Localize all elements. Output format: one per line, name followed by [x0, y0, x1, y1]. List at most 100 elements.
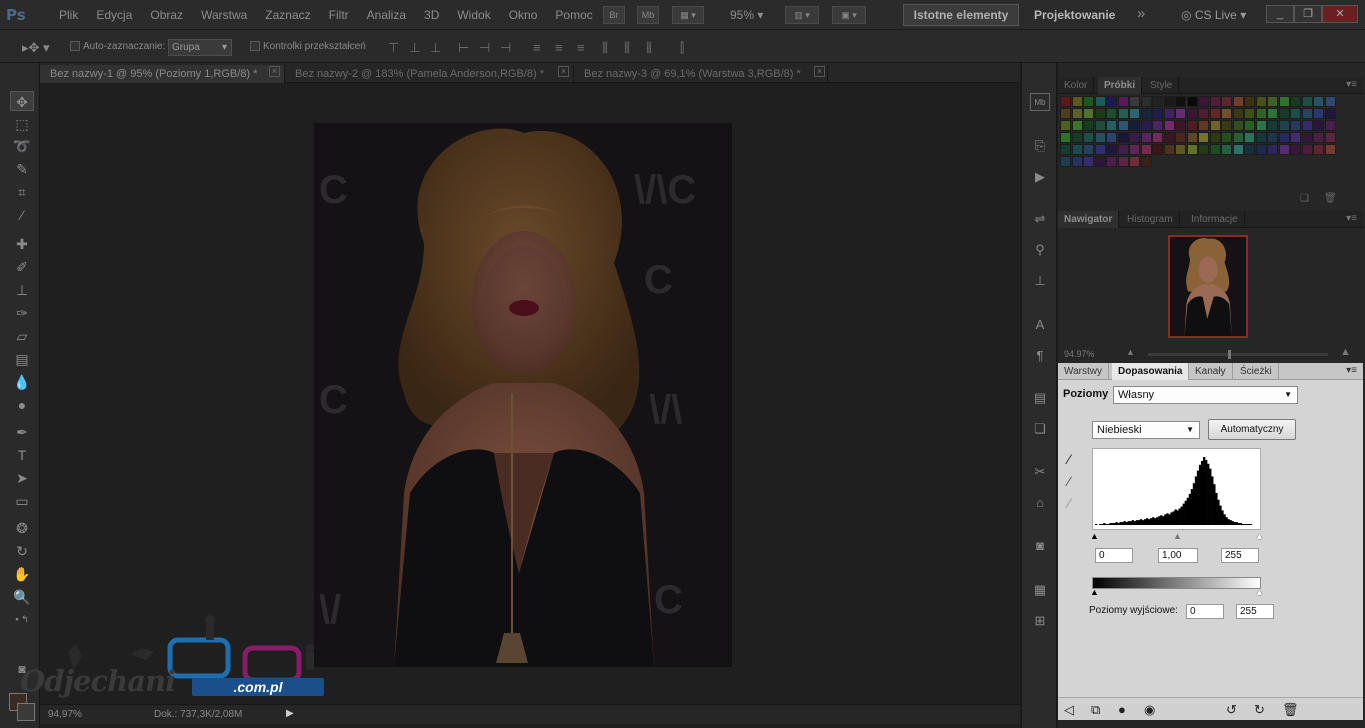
swatch[interactable]: [1071, 120, 1083, 131]
swatch[interactable]: [1175, 144, 1186, 155]
swatch[interactable]: [1186, 144, 1198, 155]
swatch[interactable]: [1290, 96, 1301, 107]
close-icon[interactable]: ✕: [1322, 5, 1358, 23]
swatch[interactable]: [1244, 120, 1255, 131]
swatch[interactable]: [1083, 144, 1094, 155]
clone-source-icon[interactable]: ⚲: [1030, 241, 1050, 259]
swatch[interactable]: [1313, 96, 1324, 107]
doc-tab-2[interactable]: Bez nazwy-2 @ 183% (Pamela Anderson,RGB/…: [285, 65, 574, 83]
swatch[interactable]: [1175, 132, 1186, 143]
swatch[interactable]: [1290, 132, 1301, 143]
status-menu-arrow-icon[interactable]: ▶: [286, 708, 294, 719]
cs-live-button[interactable]: ◎ CS Live ▾: [1181, 8, 1246, 22]
swatch[interactable]: [1129, 120, 1140, 131]
swatch[interactable]: [1094, 120, 1106, 131]
swatch[interactable]: [1071, 132, 1083, 143]
dodge-tool-icon[interactable]: ●: [10, 395, 34, 415]
swatch[interactable]: [1140, 96, 1152, 107]
swatch[interactable]: [1221, 108, 1232, 119]
swatch[interactable]: [1209, 120, 1221, 131]
doc-tab-3[interactable]: Bez nazwy-3 @ 69,1% (Warstwa 3,RGB/8) *: [574, 65, 828, 83]
mask-icon[interactable]: ●: [1118, 702, 1126, 717]
auto-align-icon[interactable]: ⫿: [680, 40, 684, 56]
swatch[interactable]: [1094, 156, 1106, 167]
workspace-design[interactable]: Projektowanie: [1034, 8, 1115, 22]
swatch[interactable]: [1186, 96, 1198, 107]
brushes-icon[interactable]: ✂: [1030, 463, 1050, 481]
animation-icon[interactable]: ▦: [1030, 581, 1050, 599]
history-brush-tool-icon[interactable]: ✑: [10, 303, 34, 323]
blur-tool-icon[interactable]: 💧: [10, 372, 34, 392]
brush-tool-icon[interactable]: ✐: [10, 257, 34, 277]
character-icon[interactable]: A: [1030, 316, 1050, 334]
bridge-button[interactable]: Br: [603, 6, 625, 24]
auto-button[interactable]: Automatyczny: [1208, 419, 1296, 440]
swatch[interactable]: [1198, 108, 1209, 119]
input-gamma-slider-icon[interactable]: ▲: [1173, 531, 1182, 541]
swatch[interactable]: [1060, 96, 1071, 107]
document-canvas[interactable]: C \/\C C C \/\ \/ C: [40, 84, 1020, 704]
swatch[interactable]: [1221, 96, 1232, 107]
tab-probki[interactable]: Próbki: [1098, 77, 1143, 94]
eyedropper-tool-icon[interactable]: ⁄: [10, 205, 34, 225]
new-swatch-icon[interactable]: ❏: [1300, 193, 1309, 204]
align-left-icon[interactable]: ⊢: [458, 40, 469, 56]
quick-select-tool-icon[interactable]: ✎: [10, 159, 34, 179]
swatch[interactable]: [1083, 108, 1094, 119]
tab-dopasowania[interactable]: Dopasowania: [1112, 363, 1190, 380]
tab-style[interactable]: Style: [1144, 77, 1180, 94]
swatch[interactable]: [1186, 132, 1198, 143]
swatch[interactable]: [1129, 144, 1140, 155]
swatch[interactable]: [1071, 108, 1083, 119]
swatch[interactable]: [1244, 108, 1255, 119]
swatch[interactable]: [1324, 108, 1336, 119]
swatch[interactable]: [1163, 132, 1175, 143]
menu-edycja[interactable]: Edycja: [87, 8, 141, 22]
swatch[interactable]: [1301, 108, 1313, 119]
swatch[interactable]: [1198, 144, 1209, 155]
gray-point-eyedropper-icon[interactable]: ⁄: [1068, 473, 1084, 489]
input-black-field[interactable]: 0: [1095, 548, 1133, 563]
close-tab-icon[interactable]: ×: [558, 66, 569, 77]
swatch[interactable]: [1278, 96, 1290, 107]
view-previous-icon[interactable]: ↺: [1226, 702, 1237, 718]
swatch[interactable]: [1324, 120, 1336, 131]
swatch[interactable]: [1301, 96, 1313, 107]
swatch[interactable]: [1083, 156, 1094, 167]
swatch[interactable]: [1186, 108, 1198, 119]
swatch[interactable]: [1152, 132, 1163, 143]
menu-analiza[interactable]: Analiza: [358, 8, 415, 22]
screen-mode-button[interactable]: ▣ ▾: [832, 6, 866, 24]
tab-sciezki[interactable]: Ścieżki: [1234, 363, 1279, 380]
menu-plik[interactable]: Plik: [50, 8, 87, 22]
distribute-top-icon[interactable]: ≡: [533, 40, 541, 55]
swatch[interactable]: [1094, 132, 1106, 143]
clone-stamp-tool-icon[interactable]: ⊥: [10, 280, 34, 300]
tab-histogram[interactable]: Histogram: [1121, 211, 1180, 228]
menu-obraz[interactable]: Obraz: [141, 8, 192, 22]
swatch[interactable]: [1278, 108, 1290, 119]
workspace-essentials[interactable]: Istotne elementy: [903, 4, 1019, 26]
status-zoom[interactable]: 94,97%: [48, 709, 82, 720]
navigator-zoom-value[interactable]: 94.97%: [1064, 349, 1095, 359]
tab-kanaly[interactable]: Kanały: [1189, 363, 1233, 380]
swatch[interactable]: [1186, 120, 1198, 131]
input-white-field[interactable]: 255: [1221, 548, 1259, 563]
swatch[interactable]: [1255, 120, 1267, 131]
path-select-tool-icon[interactable]: ➤: [10, 468, 34, 488]
zoom-level-select[interactable]: 95% ▾: [730, 8, 763, 22]
swatch[interactable]: [1324, 144, 1336, 155]
type-tool-icon[interactable]: T: [10, 445, 34, 465]
swatch[interactable]: [1152, 108, 1163, 119]
swatch[interactable]: [1140, 156, 1152, 167]
swatch[interactable]: [1152, 144, 1163, 155]
tab-nawigator[interactable]: Nawigator: [1058, 211, 1120, 228]
align-vcenter-icon[interactable]: ⊥: [409, 40, 420, 56]
tool-presets-icon[interactable]: ⊥: [1030, 272, 1050, 290]
output-white-slider-icon[interactable]: ▲: [1255, 587, 1264, 597]
swatch[interactable]: [1117, 132, 1129, 143]
workspace-more-icon[interactable]: »: [1137, 5, 1145, 22]
align-hcenter-icon[interactable]: ⊣: [479, 40, 490, 56]
swatch[interactable]: [1094, 96, 1106, 107]
align-top-icon[interactable]: ⊤: [388, 40, 399, 56]
